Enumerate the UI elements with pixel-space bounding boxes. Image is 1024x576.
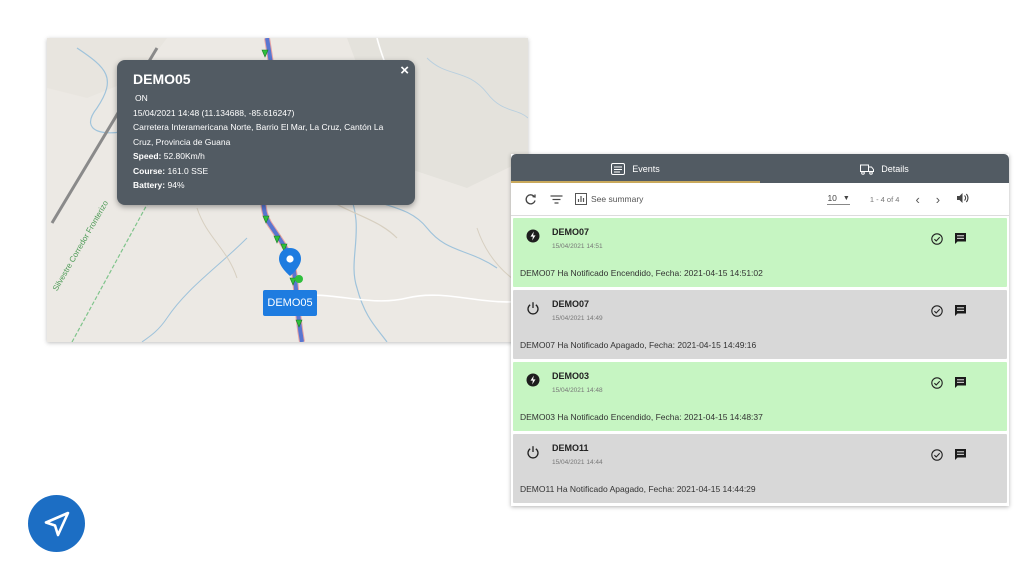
- tab-details-label: Details: [881, 163, 909, 174]
- power-icon: [527, 446, 539, 459]
- popup-course: Course: 161.0 SSE: [133, 164, 399, 179]
- map-view[interactable]: Silvestre Corredor Fronterizo × DEMO05 O…: [47, 38, 528, 342]
- power-icon: [527, 302, 539, 315]
- see-summary-label: See summary: [591, 194, 644, 204]
- navigation-arrow-icon: [44, 511, 69, 536]
- event-item[interactable]: DEMO07 15/04/2021 14:49 DEMO07 Ha Notifi…: [513, 290, 1007, 359]
- course-value: 161.0 SSE: [167, 165, 209, 176]
- close-icon[interactable]: ×: [400, 62, 409, 79]
- page-size-value: 10: [827, 193, 837, 203]
- battery-value: 94%: [167, 180, 185, 190]
- event-vehicle-name: DEMO03: [552, 371, 590, 381]
- event-message: DEMO07 Ha Notificado Encendido, Fecha: 2…: [520, 268, 763, 278]
- check-circle-icon[interactable]: [931, 305, 943, 317]
- events-panel: Events Details See summary 10 ▼ 1 - 4 of…: [511, 154, 1009, 506]
- event-vehicle-name: DEMO07: [552, 299, 590, 309]
- event-time: 15/04/2021 14:48: [552, 387, 603, 394]
- event-time: 15/04/2021 14:49: [552, 315, 603, 322]
- ignition-on-icon: [526, 373, 540, 387]
- comment-icon[interactable]: [954, 304, 967, 317]
- list-icon: [611, 162, 626, 175]
- sound-button[interactable]: [956, 192, 969, 206]
- battery-label: Battery:: [133, 180, 166, 190]
- check-circle-icon[interactable]: [931, 233, 943, 245]
- navigation-logo: [28, 495, 85, 552]
- panel-tabs: Events Details: [511, 154, 1009, 183]
- event-message: DEMO11 Ha Notificado Apagado, Fecha: 202…: [520, 484, 756, 494]
- comment-icon[interactable]: [954, 448, 967, 461]
- popup-status: ON: [135, 93, 148, 103]
- truck-icon: [860, 164, 875, 175]
- events-list: DEMO07 15/04/2021 14:51 DEMO07 Ha Notifi…: [511, 216, 1009, 503]
- popup-battery: Battery: 94%: [133, 178, 399, 193]
- events-toolbar: See summary 10 ▼ 1 - 4 of 4 ‹ ›: [511, 183, 1009, 216]
- event-message: DEMO07 Ha Notificado Apagado, Fecha: 202…: [520, 340, 757, 350]
- volume-icon: [957, 193, 969, 203]
- check-circle-icon[interactable]: [931, 449, 943, 461]
- event-time: 15/04/2021 14:44: [552, 459, 603, 466]
- refresh-icon: [525, 193, 536, 204]
- event-message: DEMO03 Ha Notificado Encendido, Fecha: 2…: [520, 412, 763, 422]
- tab-events[interactable]: Events: [511, 154, 760, 183]
- refresh-button[interactable]: [517, 186, 543, 212]
- event-item[interactable]: DEMO07 15/04/2021 14:51 DEMO07 Ha Notifi…: [513, 218, 1007, 287]
- speed-label: Speed:: [133, 151, 162, 161]
- popup-speed: Speed: 52.80Km/h: [133, 149, 399, 164]
- tab-details[interactable]: Details: [760, 154, 1009, 183]
- course-label: Course:: [133, 165, 166, 176]
- ignition-on-icon: [526, 229, 540, 243]
- prev-page-button[interactable]: ‹: [915, 192, 919, 207]
- popup-address: Carretera Interamericana Norte, Barrio E…: [133, 122, 384, 147]
- bar-chart-icon: [575, 193, 587, 205]
- event-vehicle-name: DEMO11: [552, 443, 589, 453]
- page-size-select[interactable]: 10 ▼: [827, 193, 850, 205]
- vehicle-info-popup: × DEMO05 ON 15/04/2021 14:48 (11.134688,…: [117, 60, 415, 205]
- vehicle-marker-label[interactable]: DEMO05: [263, 290, 317, 316]
- see-summary-button[interactable]: See summary: [575, 193, 643, 205]
- event-item[interactable]: DEMO11 15/04/2021 14:44 DEMO11 Ha Notifi…: [513, 434, 1007, 503]
- next-page-button[interactable]: ›: [936, 192, 940, 207]
- comment-icon[interactable]: [954, 376, 967, 389]
- tab-events-label: Events: [632, 163, 660, 174]
- popup-vehicle-name: DEMO05: [133, 71, 191, 87]
- event-item[interactable]: DEMO03 15/04/2021 14:48 DEMO03 Ha Notifi…: [513, 362, 1007, 431]
- pagination-range: 1 - 4 of 4: [869, 194, 900, 204]
- dropdown-arrow-icon: ▼: [842, 194, 850, 202]
- event-time: 15/04/2021 14:51: [552, 243, 603, 250]
- speed-value: 52.80Km/h: [163, 151, 205, 161]
- comment-icon[interactable]: [954, 232, 967, 245]
- filter-icon: [550, 194, 562, 204]
- popup-timestamp-coords: 15/04/2021 14:48 (11.134688, -85.616247): [133, 107, 295, 118]
- event-vehicle-name: DEMO07: [552, 227, 590, 237]
- filter-button[interactable]: [543, 186, 569, 212]
- check-circle-icon[interactable]: [931, 377, 943, 389]
